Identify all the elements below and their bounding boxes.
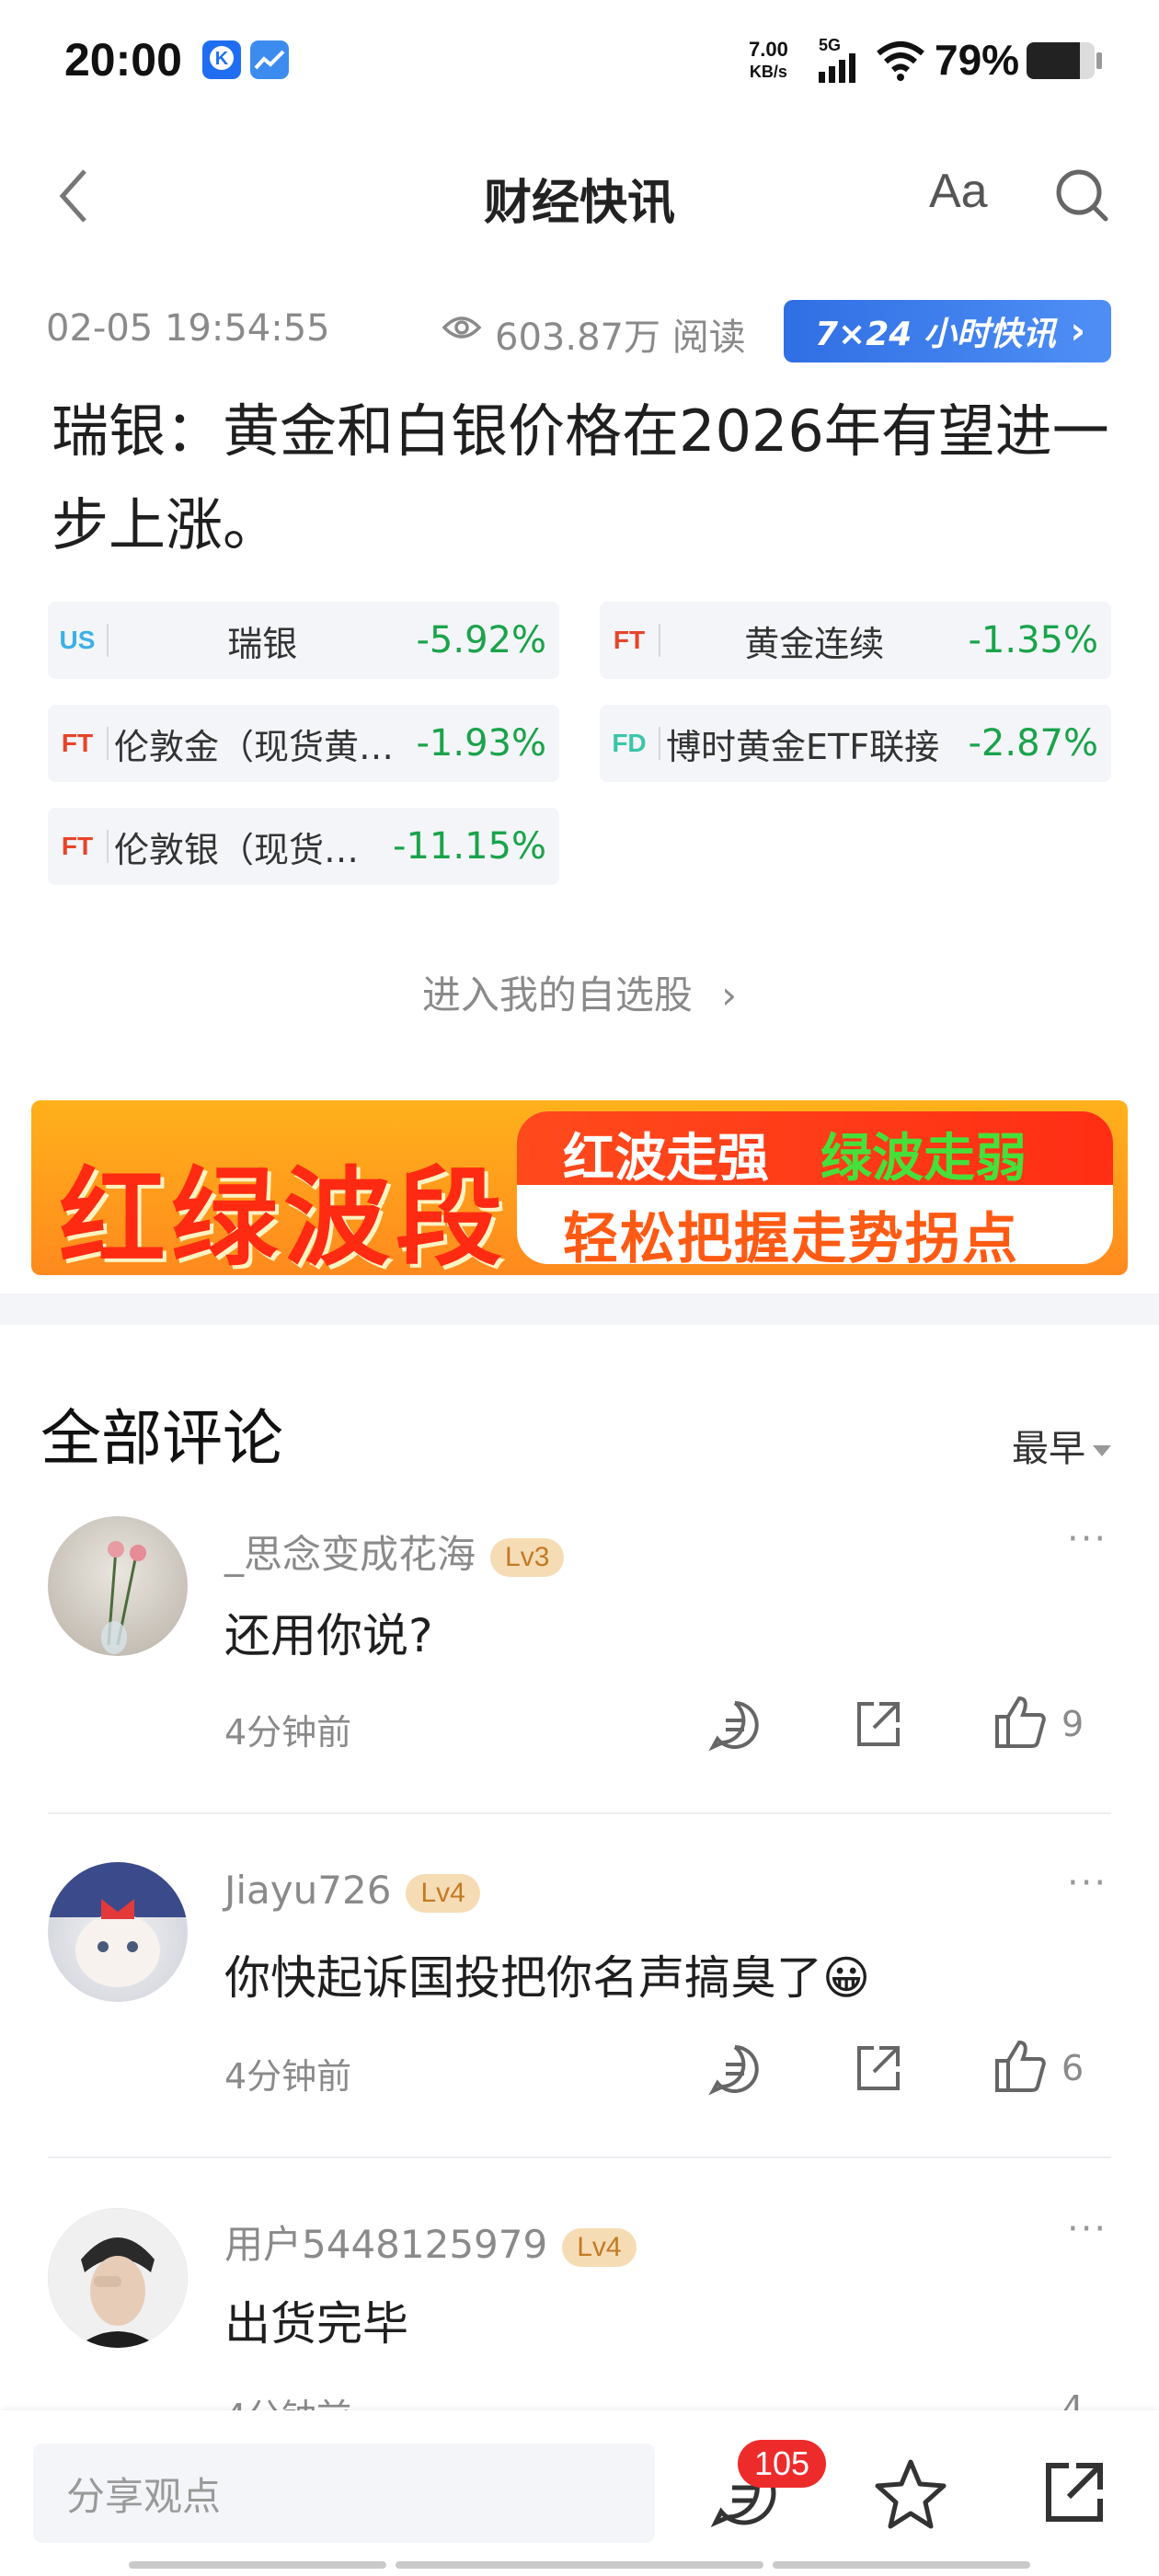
stock-change: -11.15% [393,825,546,868]
stock-change: -5.92% [416,619,546,661]
wifi-icon [876,40,925,85]
stock-chip[interactable]: US 瑞银 -5.92% [48,602,559,679]
thumbs-up-icon [995,1696,1046,1748]
like-button[interactable] [993,1695,1047,1754]
share-opinion-input[interactable]: 分享观点 [33,2444,655,2543]
comment-time: 4分钟前 [224,1712,352,1753]
stock-chip[interactable]: FT 黄金连续 -1.35% [600,602,1111,679]
stock-change: -1.93% [416,722,546,765]
article-datetime: 02-05 19:54:55 [46,307,330,350]
stock-chip[interactable]: FT 伦敦金（现货黄金） -1.93% [48,705,559,782]
comment-count-badge: 105 [738,2440,826,2488]
caret-down-icon [1093,1445,1111,1456]
level-badge: Lv4 [406,1873,480,1913]
thumbs-up-icon [995,2040,1046,2092]
level-badge: Lv3 [490,1537,565,1577]
battery-icon [1027,42,1095,79]
banner-line-red: 红波走强 [563,1129,769,1189]
stock-name: 博时黄金ETF联接 [666,726,940,767]
avatar[interactable] [48,1516,188,1656]
banner-line-2: 轻松把握走势拐点 [563,1207,1019,1271]
watchlist-link[interactable]: 进入我的自选股 › [0,964,1159,1020]
section-divider [0,1294,1159,1325]
search-button[interactable] [1052,166,1111,228]
reply-button[interactable] [708,2042,762,2099]
promo-banner[interactable]: 红绿波段 红波走强 绿波走弱 轻松把握走势拐点 [31,1100,1128,1275]
signal-icon: 5G [819,37,859,86]
more-options-icon[interactable]: ··· [1067,1862,1107,1904]
watchlist-link-label: 进入我的自选股 [421,972,693,1018]
battery-percent: 79% [935,36,1020,84]
chevron-right-icon: › [1070,310,1085,352]
comments-title: 全部评论 [40,1403,283,1474]
reply-icon [708,2045,759,2096]
chevron-right-icon: › [721,972,738,1018]
comment-divider [48,2156,1111,2158]
stock-name: 伦敦银（现货白银） [114,829,394,870]
star-icon [875,2459,947,2529]
article-headline: 瑞银：黄金和白银价格在2026年有望进一步上涨。 [52,397,1109,558]
share-button[interactable] [852,2042,903,2098]
search-icon [1056,169,1108,222]
stock-chip[interactable]: FD 博时黄金ETF联接 -2.87% [600,705,1111,782]
comment-divider [48,1812,1111,1814]
market-tag: FT [61,729,94,757]
comment-username[interactable]: _思念变成花海 Lv3 [224,1524,565,1580]
comment-username[interactable]: 用户5448125979 Lv4 [224,2214,637,2270]
more-options-icon[interactable]: ··· [1067,2208,1107,2250]
stock-name: 瑞银 [227,623,298,664]
banner-panel: 红波走强 绿波走弱 轻松把握走势拐点 [517,1111,1113,1271]
comment-username[interactable]: Jiayu726 Lv4 [224,1868,480,1913]
avatar[interactable] [48,1862,188,2002]
view-count: 603.87万 阅读 [495,316,746,359]
stock-name: 黄金连续 [744,623,885,664]
share-icon [1046,2463,1103,2522]
eye-icon [442,311,482,348]
share-icon [857,2046,900,2090]
sort-label: 最早 [1012,1428,1085,1470]
comment-time: 4分钟前 [224,2056,352,2097]
reply-icon [708,1701,759,1752]
stock-name: 伦敦金（现货黄金） [114,726,417,767]
like-count: 9 [1061,1704,1084,1744]
more-options-icon[interactable]: ··· [1067,1518,1107,1560]
banner-line-green: 绿波走弱 [820,1129,1027,1189]
k-app-icon: K [202,40,241,79]
share-article-button[interactable] [1039,2458,1109,2532]
battery-tip [1096,52,1102,69]
favorite-button[interactable] [874,2456,947,2534]
like-button[interactable] [993,2039,1047,2098]
market-tag: FT [61,832,94,860]
banner-title: 红绿波段 [59,1156,508,1275]
stock-change: -2.87% [968,722,1098,765]
gesture-bar [129,2561,386,2569]
svg-text:K: K [215,49,229,69]
market-tag: FT [613,626,646,654]
live-news-label: 7×24 小时快讯 [815,316,1056,353]
market-tag: US [59,626,96,654]
comment-text: 出货完毕 [224,2297,408,2351]
sort-dropdown[interactable]: 最早 [1012,1419,1111,1472]
level-badge: Lv4 [562,2227,637,2267]
net-speed: 7.00 KB/s [749,38,788,82]
comment-text: 还用你说? [224,1609,433,1662]
gesture-bar [773,2561,1030,2569]
stock-change: -1.35% [968,619,1098,661]
font-size-button[interactable]: Aa [929,164,988,219]
reply-button[interactable] [708,1698,762,1755]
chart-app-icon [250,40,289,79]
avatar[interactable] [48,2208,188,2348]
market-tag: FD [612,729,647,757]
live-news-badge[interactable]: 7×24 小时快讯 › [784,300,1111,362]
like-count: 6 [1061,2048,1084,2088]
status-bar: 20:00 K 7.00 KB/s 5G 79% [0,0,1159,120]
share-button[interactable] [852,1698,903,1754]
status-time: 20:00 [64,34,182,86]
gesture-bar [396,2561,763,2569]
comment-text: 你快起诉国投把你名声搞臭了😀 [224,1951,871,2005]
stock-chip[interactable]: FT 伦敦银（现货白银） -11.15% [48,808,559,885]
share-icon [857,1702,900,1746]
